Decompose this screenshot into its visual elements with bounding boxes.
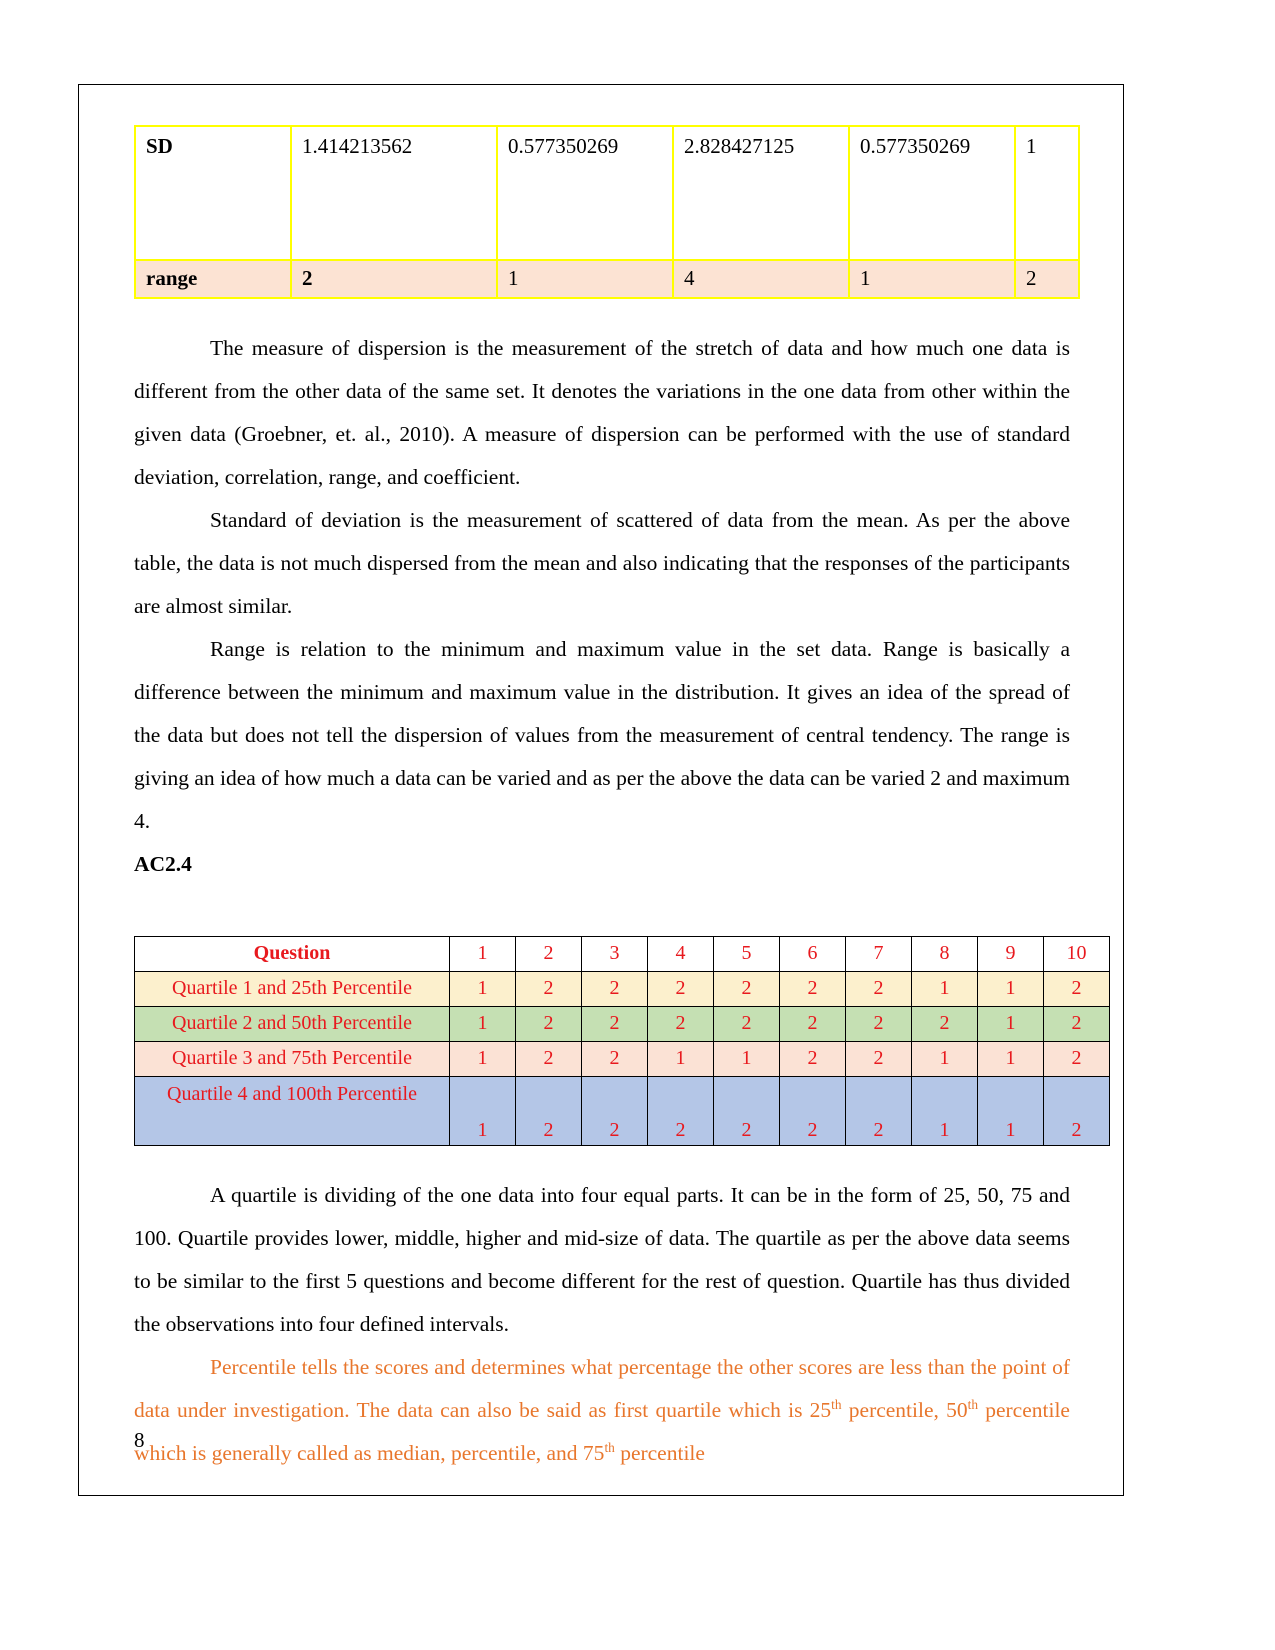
cell-q2-6: 2 [779, 1005, 846, 1042]
table-row: Quartile 3 and 75th Percentile 1 2 2 1 1… [134, 1040, 1110, 1077]
header-col-7: 7 [845, 935, 912, 972]
row-label-quartile-1: Quartile 1 and 25th Percentile [134, 970, 450, 1007]
cell-q1-1: 1 [449, 970, 516, 1007]
sd-value-cell-4: 0.577350269 [848, 125, 1016, 261]
range-value-cell-3: 4 [672, 259, 850, 299]
cell-q3-4: 1 [647, 1040, 714, 1077]
cell-q1-2: 2 [515, 970, 582, 1007]
cell-q3-6: 2 [779, 1040, 846, 1077]
cell-q1-9: 1 [977, 970, 1044, 1007]
sd-value-cell-1: 1.414213562 [290, 125, 498, 261]
sd-value-cell-5: 1 [1014, 125, 1080, 261]
cell-q4-7: 2 [845, 1075, 912, 1146]
cell-q1-7: 2 [845, 970, 912, 1007]
header-question-label: Question [134, 935, 450, 972]
cell-q4-8: 1 [911, 1075, 978, 1146]
cell-q3-7: 2 [845, 1040, 912, 1077]
cell-q3-1: 1 [449, 1040, 516, 1077]
superscript-th-2: th [967, 1396, 978, 1412]
page-content: SD 1.414213562 0.577350269 2.828427125 0… [134, 125, 1110, 1475]
cell-q4-10: 2 [1043, 1075, 1110, 1146]
table-row: Quartile 4 and 100th Percentile 1 2 2 2 … [134, 1075, 1110, 1146]
quartile-percentile-table: Question 1 2 3 4 5 6 7 8 9 10 Quartile 1… [134, 935, 1110, 1146]
table-row: range 2 1 4 1 2 [134, 259, 1080, 299]
header-col-3: 3 [581, 935, 648, 972]
cell-q2-9: 1 [977, 1005, 1044, 1042]
cell-q1-6: 2 [779, 970, 846, 1007]
table-row: Quartile 1 and 25th Percentile 1 2 2 2 2… [134, 970, 1110, 1007]
paragraph-percentile: Percentile tells the scores and determin… [134, 1346, 1070, 1475]
cell-q1-5: 2 [713, 970, 780, 1007]
percentile-text-part-2: percentile, 50 [841, 1397, 968, 1422]
cell-q2-7: 2 [845, 1005, 912, 1042]
superscript-th-3: th [604, 1439, 615, 1455]
cell-q3-9: 1 [977, 1040, 1044, 1077]
cell-q1-10: 2 [1043, 970, 1110, 1007]
header-col-6: 6 [779, 935, 846, 972]
cell-q3-3: 2 [581, 1040, 648, 1077]
cell-q2-4: 2 [647, 1005, 714, 1042]
superscript-th-1: th [831, 1396, 842, 1412]
cell-q2-10: 2 [1043, 1005, 1110, 1042]
cell-q4-1: 1 [449, 1075, 516, 1146]
row-label-quartile-4: Quartile 4 and 100th Percentile [134, 1075, 450, 1146]
cell-q2-3: 2 [581, 1005, 648, 1042]
range-value-cell-1: 2 [290, 259, 498, 299]
header-col-10: 10 [1043, 935, 1110, 972]
row-label-quartile-2: Quartile 2 and 50th Percentile [134, 1005, 450, 1042]
cell-q4-3: 2 [581, 1075, 648, 1146]
header-col-1: 1 [449, 935, 516, 972]
cell-q4-4: 2 [647, 1075, 714, 1146]
header-col-9: 9 [977, 935, 1044, 972]
cell-q3-2: 2 [515, 1040, 582, 1077]
sd-range-table: SD 1.414213562 0.577350269 2.828427125 0… [134, 125, 1080, 299]
header-col-8: 8 [911, 935, 978, 972]
cell-q3-5: 1 [713, 1040, 780, 1077]
paragraph-range: Range is relation to the minimum and max… [134, 636, 1070, 833]
header-col-4: 4 [647, 935, 714, 972]
cell-q4-9: 1 [977, 1075, 1044, 1146]
sd-label-cell: SD [134, 125, 292, 261]
range-label-cell: range [134, 259, 292, 299]
quartile-table-wrapper: Question 1 2 3 4 5 6 7 8 9 10 Quartile 1… [134, 935, 1110, 1146]
percentile-text-part-4: percentile [614, 1440, 705, 1465]
paragraph-quartile: A quartile is dividing of the one data i… [134, 1182, 1070, 1336]
range-value-cell-4: 1 [848, 259, 1016, 299]
range-value-cell-2: 1 [496, 259, 674, 299]
cell-q2-5: 2 [713, 1005, 780, 1042]
cell-q2-2: 2 [515, 1005, 582, 1042]
cell-q4-5: 2 [713, 1075, 780, 1146]
table-row: Quartile 2 and 50th Percentile 1 2 2 2 2… [134, 1005, 1110, 1042]
cell-q2-8: 2 [911, 1005, 978, 1042]
cell-q1-4: 2 [647, 970, 714, 1007]
range-value-cell-5: 2 [1014, 259, 1080, 299]
sd-value-cell-3: 2.828427125 [672, 125, 850, 261]
header-col-5: 5 [713, 935, 780, 972]
row-label-quartile-3: Quartile 3 and 75th Percentile [134, 1040, 450, 1077]
cell-q1-3: 2 [581, 970, 648, 1007]
cell-q1-8: 1 [911, 970, 978, 1007]
paragraph-standard-deviation: Standard of deviation is the measurement… [134, 507, 1070, 618]
document-page: SD 1.414213562 0.577350269 2.828427125 0… [78, 84, 1124, 1496]
cell-q4-6: 2 [779, 1075, 846, 1146]
section-heading-ac24: AC2.4 [134, 851, 192, 876]
cell-q3-8: 1 [911, 1040, 978, 1077]
paragraph-dispersion: The measure of dispersion is the measure… [134, 335, 1070, 489]
cell-q2-1: 1 [449, 1005, 516, 1042]
page-number: 8 [134, 1428, 145, 1452]
sd-value-cell-2: 0.577350269 [496, 125, 674, 261]
cell-q4-2: 2 [515, 1075, 582, 1146]
cell-q3-10: 2 [1043, 1040, 1110, 1077]
header-col-2: 2 [515, 935, 582, 972]
table-header-row: Question 1 2 3 4 5 6 7 8 9 10 [134, 935, 1110, 972]
table-row: SD 1.414213562 0.577350269 2.828427125 0… [134, 125, 1080, 261]
